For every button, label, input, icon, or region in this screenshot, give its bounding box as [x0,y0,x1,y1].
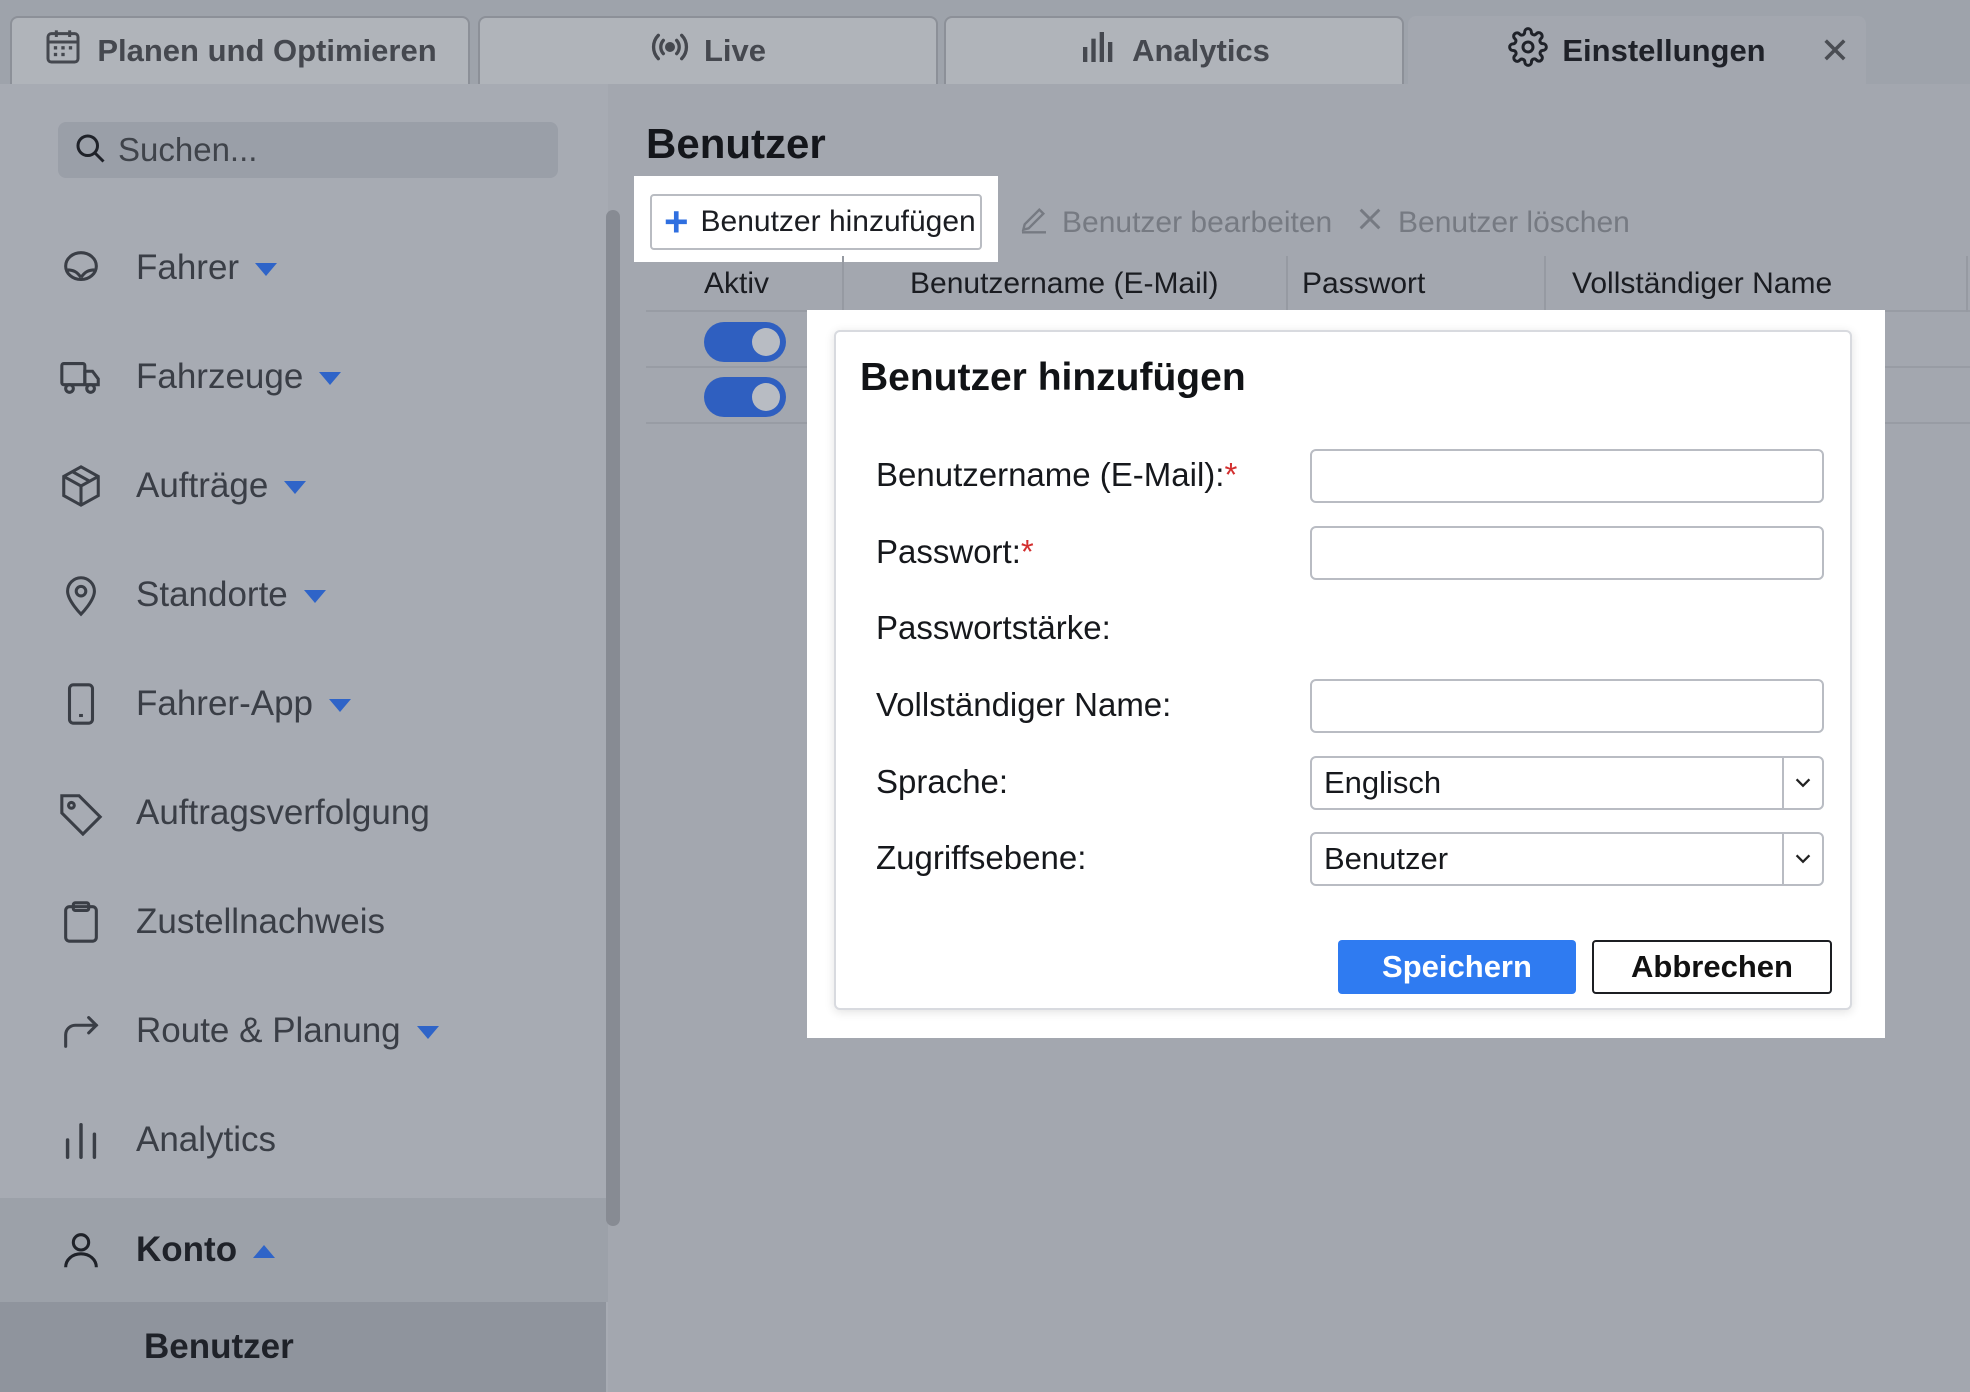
column-header-passwort[interactable]: Passwort [1302,256,1425,312]
dialog-title: Benutzer hinzufügen [860,356,1246,399]
chevron-down-icon [319,372,342,386]
steering-wheel-icon [58,245,104,291]
delete-user-label: Benutzer löschen [1398,206,1630,239]
column-divider [1966,256,1968,312]
column-header-username[interactable]: Benutzername (E-Mail) [910,256,1218,312]
language-label: Sprache: [876,763,1009,800]
add-user-dialog [834,330,1852,1010]
sidebar-item-label: Route & Planung [136,1011,401,1050]
sidebar-item-label: Konto [136,1230,238,1269]
access-level-select[interactable]: Benutzer [1310,832,1824,886]
sidebar-item-label: Analytics [136,1120,277,1159]
close-icon[interactable]: ✕ [1820,30,1850,72]
add-user-button[interactable]: + Benutzer hinzufügen [650,194,982,250]
cancel-button[interactable]: Abbrechen [1592,940,1832,994]
sidebar-item-analytics[interactable]: Analytics [0,1090,608,1190]
tab-live[interactable]: Live [478,16,938,84]
clipboard-icon [58,899,104,945]
tab-einstellungen[interactable]: Einstellungen ✕ [1408,16,1866,84]
column-divider [1544,256,1546,312]
calendar-icon [43,27,83,75]
tag-icon [58,790,104,836]
column-header-fullname[interactable]: Vollständiger Name [1572,256,1832,312]
pencil-icon [1018,203,1050,243]
password-label: Passwort:* [876,533,1034,570]
x-icon [1354,203,1386,243]
fullname-label: Vollständiger Name: [876,686,1172,723]
broadcast-icon [650,27,690,75]
tab-planen[interactable]: Planen und Optimieren [10,16,470,84]
tab-label: Planen und Optimieren [97,33,437,68]
sidebar-item-standorte[interactable]: Standorte [0,545,608,645]
map-pin-icon [58,572,104,618]
sidebar-item-label: Fahrer [136,248,240,287]
language-value: Englisch [1324,765,1442,800]
search-box[interactable] [58,122,558,178]
sidebar-item-route-planung[interactable]: Route & Planung [0,981,608,1081]
sidebar-item-auftraege[interactable]: Aufträge [0,436,608,536]
tab-label: Analytics [1132,33,1270,68]
sidebar-item-label: Fahrer-App [136,684,314,723]
fullname-field[interactable] [1310,679,1824,733]
search-input[interactable] [118,131,538,169]
sidebar-subitem-benutzer[interactable]: Benutzer [0,1302,606,1392]
chevron-down-icon[interactable] [1782,758,1822,808]
required-mark: * [1224,456,1238,493]
column-divider [1286,256,1288,312]
chevron-down-icon [255,263,278,277]
password-field[interactable] [1310,526,1824,580]
analytics-icon [58,1117,104,1163]
sidebar-item-fahrer[interactable]: Fahrer [0,218,608,318]
edit-user-button[interactable]: Benutzer bearbeiten [1018,198,1332,248]
tab-analytics[interactable]: Analytics [944,16,1404,84]
search-icon [72,130,108,171]
access-level-label: Zugriffsebene: [876,839,1087,876]
bar-chart-icon [1078,27,1118,75]
sidebar-item-fahrer-app[interactable]: Fahrer-App [0,654,608,754]
user-icon [58,1227,104,1273]
phone-icon [58,681,104,727]
sidebar-item-label: Aufträge [136,466,269,505]
active-toggle[interactable] [704,377,786,417]
sidebar-item-label: Zustellnachweis [136,902,385,941]
sidebar-item-label: Auftragsverfolgung [136,793,430,832]
chevron-down-icon [284,481,307,495]
username-label: Benutzername (E-Mail):* [876,456,1238,493]
access-level-value: Benutzer [1324,841,1449,876]
chevron-down-icon[interactable] [1782,834,1822,884]
active-toggle[interactable] [704,322,786,362]
route-arrow-icon [58,1008,104,1054]
delete-user-button[interactable]: Benutzer löschen [1354,198,1630,248]
password-strength-label: Passwortstärke: [876,609,1111,646]
column-divider [842,256,844,312]
chevron-down-icon [303,590,326,604]
sidebar-item-konto[interactable]: Konto [0,1198,608,1302]
add-user-label: Benutzer hinzufügen [700,205,976,238]
chevron-down-icon [416,1026,439,1040]
sidebar-item-label: Fahrzeuge [136,357,304,396]
package-icon [58,463,104,509]
users-table-header: Aktiv Benutzername (E-Mail) Passwort Vol… [646,256,1970,312]
plus-icon: + [664,198,689,245]
gear-icon [1508,27,1549,75]
sidebar-item-zustellnachweis[interactable]: Zustellnachweis [0,872,608,972]
edit-user-label: Benutzer bearbeiten [1062,206,1333,239]
chevron-down-icon [329,699,352,713]
page-title: Benutzer [646,120,826,167]
sidebar-item-auftragsverfolgung[interactable]: Auftragsverfolgung [0,763,608,863]
chevron-up-icon [253,1245,276,1259]
truck-icon [58,354,104,400]
sidebar-item-label: Standorte [136,575,288,614]
required-mark: * [1020,533,1034,570]
tab-label: Einstellungen [1562,33,1766,68]
save-button[interactable]: Speichern [1338,940,1576,994]
tab-label: Live [703,33,767,68]
username-field[interactable] [1310,449,1824,503]
sidebar-scrollbar[interactable] [606,210,620,1226]
language-select[interactable]: Englisch [1310,756,1824,810]
top-tab-bar: Planen und Optimieren Live Analytics Ein… [0,0,1970,84]
sidebar-item-fahrzeuge[interactable]: Fahrzeuge [0,327,608,427]
column-header-aktiv[interactable]: Aktiv [704,256,769,312]
